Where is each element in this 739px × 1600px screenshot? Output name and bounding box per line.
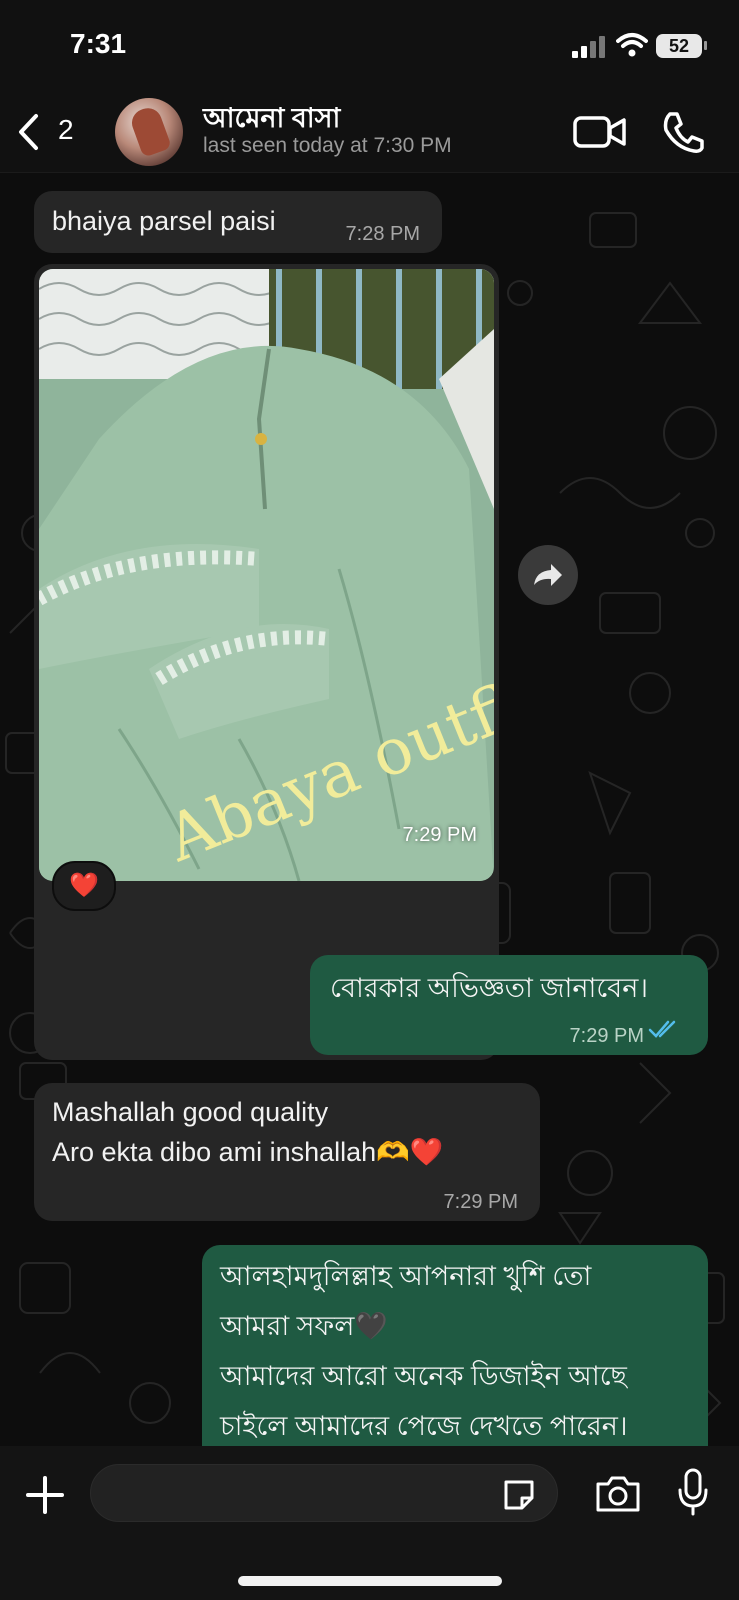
video-call-icon[interactable] [572, 112, 628, 152]
message-list[interactable]: bhaiya parsel paisi 7:28 PM Abaya outfit… [0, 173, 739, 1446]
message-bubble-outgoing[interactable]: বোরকার অভিজ্ঞতা জানাবেন। 7:29 PM [310, 955, 708, 1055]
message-text: বোরকার অভিজ্ঞতা জানাবেন। [330, 973, 648, 1003]
sticker-icon[interactable] [500, 1476, 538, 1514]
home-indicator [238, 1576, 502, 1586]
back-button[interactable]: 2 [16, 110, 80, 154]
message-bubble-incoming[interactable]: bhaiya parsel paisi 7:28 PM [34, 191, 442, 253]
message-text-line: Mashallah good quality [52, 1097, 329, 1127]
message-text-line: আমরা সফল🖤 [220, 1311, 388, 1341]
message-text-line: চাইলে আমাদের পেজে দেখতে পারেন। [220, 1411, 628, 1441]
status-time: 7:31 [70, 28, 127, 59]
unread-count: 2 [58, 114, 74, 145]
message-bubble-incoming[interactable]: Mashallah good quality Aro ekta dibo ami… [34, 1083, 540, 1221]
message-time: 7:28 PM [345, 223, 420, 245]
plus-icon[interactable] [24, 1474, 66, 1516]
message-text: bhaiya parsel paisi [52, 206, 276, 236]
heart-reaction[interactable]: ❤️ [52, 861, 116, 911]
avatar-hand-image [128, 104, 172, 158]
message-time: 7:29 PM [569, 1025, 644, 1047]
message-text-line: Aro ekta dibo ami inshallah🫶❤️ [52, 1137, 444, 1167]
message-text-line: আলহামদুলিল্লাহ আপনারা খুশি তো [220, 1261, 592, 1291]
phone-call-icon[interactable] [660, 110, 706, 154]
message-text-line: আমাদের আরো অনেক ডিজাইন আছে [220, 1361, 627, 1391]
read-receipt-icon [648, 1020, 676, 1038]
battery-icon: 52 [656, 34, 702, 58]
image-time: 7:29 PM [402, 824, 477, 846]
avatar[interactable] [115, 98, 183, 166]
last-seen-status: last seen today at 7:30 PM [203, 134, 452, 157]
image-message[interactable]: Abaya outfit 7:29 PM [34, 264, 499, 1060]
cellular-signal-icon [572, 36, 606, 58]
status-bar: 7:31 52 [0, 0, 739, 90]
abaya-photo[interactable]: Abaya outfit [39, 269, 494, 881]
message-composer [0, 1446, 739, 1600]
chat-header: 2 আমেনা বাসা last seen today at 7:30 PM [0, 90, 739, 173]
wifi-icon [616, 33, 648, 57]
battery-level: 52 [668, 36, 690, 56]
chevron-left-icon [19, 114, 38, 150]
message-time: 7:29 PM [443, 1191, 518, 1213]
microphone-icon[interactable] [676, 1468, 710, 1516]
camera-icon[interactable] [594, 1472, 642, 1514]
message-input[interactable] [90, 1464, 558, 1522]
message-bubble-outgoing[interactable]: আলহামদুলিল্লাহ আপনারা খুশি তো আমরা সফল🖤 … [202, 1245, 708, 1446]
forward-arrow-icon [534, 564, 562, 586]
forward-button[interactable] [518, 545, 578, 605]
battery-tip [704, 41, 707, 50]
